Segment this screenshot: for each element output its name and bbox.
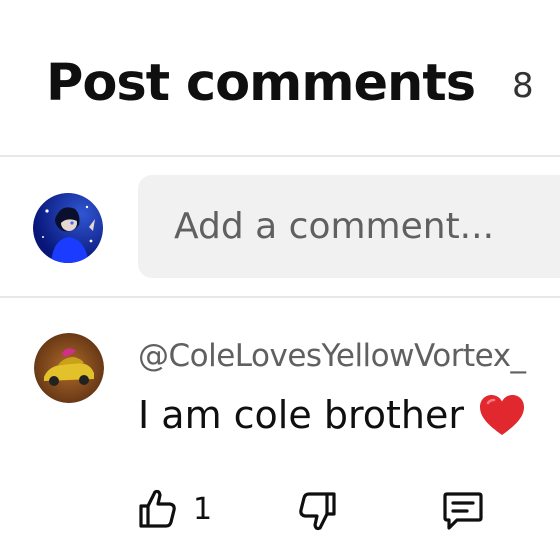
- thumbs-up-icon[interactable]: [135, 486, 179, 530]
- header-divider: [0, 155, 560, 157]
- comment-count: 8: [512, 66, 534, 106]
- add-comment-input[interactable]: Add a comment...: [138, 175, 560, 278]
- comments-panel: Post comments 8 Add a comment... @ColeLo…: [0, 0, 560, 560]
- comments-header: Post comments 8: [0, 0, 560, 156]
- thumbs-down-icon[interactable]: [296, 490, 340, 534]
- reply-comment-icon[interactable]: [441, 488, 485, 532]
- red-heart-icon: [480, 395, 524, 435]
- comment-author[interactable]: @ColeLovesYellowVortex_: [138, 336, 526, 376]
- composer-divider: [0, 296, 560, 298]
- like-count: 1: [193, 492, 213, 527]
- user-avatar-icon[interactable]: [33, 193, 103, 263]
- comment-text: I am cole brother: [138, 393, 464, 437]
- page-title: Post comments: [46, 54, 476, 113]
- car-avatar-icon[interactable]: [34, 333, 104, 403]
